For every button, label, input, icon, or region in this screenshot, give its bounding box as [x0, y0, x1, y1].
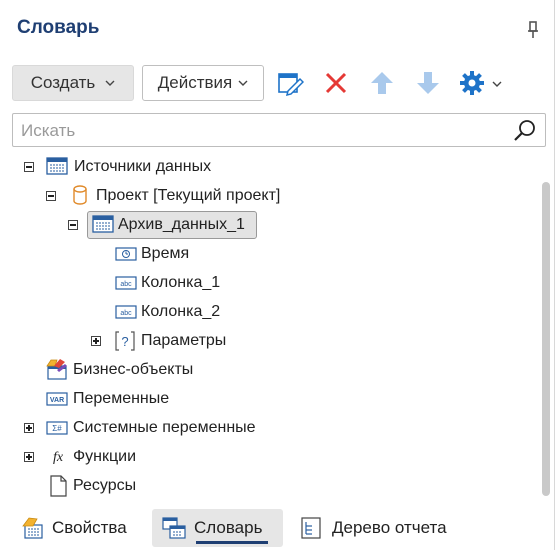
settings-icon[interactable]: [458, 69, 486, 97]
move-up-icon[interactable]: [368, 69, 396, 97]
create-button[interactable]: Создать: [12, 65, 134, 101]
tree-item-business-objects[interactable]: Бизнес-объекты: [73, 361, 193, 379]
tree-item-data-sources[interactable]: Источники данных: [74, 158, 211, 176]
search-input[interactable]: [19, 117, 503, 145]
pin-icon[interactable]: [526, 20, 540, 40]
actions-button-label: Действия: [157, 73, 233, 92]
tree-item-parameters[interactable]: Параметры: [141, 332, 226, 350]
tree-item-resources[interactable]: Ресурсы: [73, 477, 136, 495]
search-box: [12, 113, 546, 147]
active-tab-underline: [196, 541, 268, 544]
expand-toggle[interactable]: [91, 336, 101, 346]
search-icon[interactable]: [513, 119, 537, 143]
function-icon: fx: [53, 450, 64, 465]
system-variables-icon-label: Σ#: [52, 424, 62, 433]
tab-properties[interactable]: Свойства: [14, 509, 144, 547]
move-down-icon[interactable]: [414, 69, 442, 97]
chevron-down-icon[interactable]: [492, 79, 502, 89]
tree-scrollbar[interactable]: [542, 182, 550, 496]
tab-properties-label: Свойства: [52, 518, 127, 537]
database-icon: [73, 185, 87, 205]
delete-icon[interactable]: [322, 69, 350, 97]
expand-toggle[interactable]: [24, 423, 34, 433]
dictionary-panel: Словарь Создать Действия Искать Источник…: [0, 0, 555, 550]
panel-title: Словарь: [17, 17, 100, 38]
tab-dictionary-label: Словарь: [194, 518, 263, 537]
function-icon-label: fx: [53, 450, 64, 465]
parameters-icon-label: ?: [121, 334, 128, 349]
collapse-toggle[interactable]: [46, 191, 56, 201]
text-column-icon-label: abc: [120, 310, 132, 317]
create-button-label: Создать: [30, 73, 96, 92]
text-column-icon: abc: [115, 305, 137, 319]
data-sources-icon: [46, 157, 68, 175]
tree-item-column-2[interactable]: Колонка_2: [141, 303, 220, 321]
edit-icon[interactable]: [276, 69, 304, 97]
business-objects-icon: [46, 359, 67, 380]
tree-item-time[interactable]: Время: [141, 245, 189, 263]
actions-button[interactable]: Действия: [142, 65, 264, 101]
toolbar: Создать Действия: [12, 65, 542, 103]
clock-icon: [115, 247, 137, 261]
tree-item-system-variables[interactable]: Системные переменные: [73, 419, 256, 437]
system-variables-icon: Σ#: [46, 421, 68, 435]
chevron-down-icon: [105, 80, 115, 86]
parameters-icon: ?: [115, 331, 135, 351]
bottom-tabs: Свойства Словарь Дерево отчета: [0, 505, 555, 550]
properties-icon: [22, 517, 43, 539]
dictionary-icon: [162, 517, 186, 539]
variables-icon-label: VAR: [50, 397, 64, 404]
variables-icon: VAR: [46, 392, 68, 406]
tab-report-tree-label: Дерево отчета: [332, 518, 447, 537]
text-column-icon-label: abc: [120, 281, 132, 288]
tab-report-tree[interactable]: Дерево отчета: [296, 509, 466, 547]
collapse-toggle[interactable]: [24, 162, 34, 172]
tree-item-column-1[interactable]: Колонка_1: [141, 274, 220, 292]
report-tree-icon: [301, 517, 321, 539]
collapse-toggle[interactable]: [68, 220, 78, 230]
tree-item-archive[interactable]: Архив_данных_1: [118, 216, 245, 234]
tree-item-project[interactable]: Проект [Текущий проект]: [96, 187, 280, 205]
chevron-down-icon: [238, 80, 248, 86]
expand-toggle[interactable]: [24, 452, 34, 462]
text-column-icon: abc: [115, 276, 137, 290]
tree-item-functions[interactable]: Функции: [73, 448, 136, 466]
tree-item-variables[interactable]: Переменные: [73, 390, 169, 408]
resources-icon: [50, 475, 67, 497]
table-icon: [92, 215, 114, 233]
